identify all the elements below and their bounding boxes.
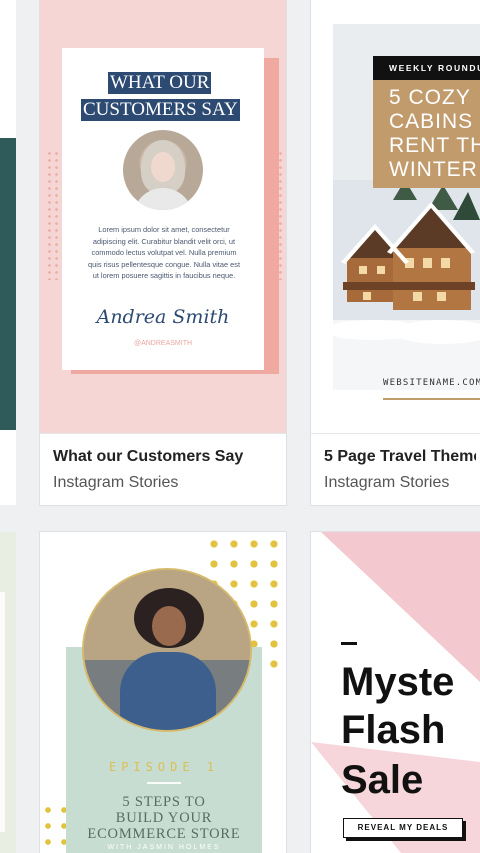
dash-mark [341,642,357,645]
partial-card-left-bottom[interactable] [0,532,16,853]
episode-title: 5 STEPS TO BUILD YOUR ECOMMERCE STORE [66,794,262,842]
reveal-deals-button: REVEAL MY DEALS [343,818,463,838]
partial-card-preview [0,592,5,832]
host-credit: WITH JASMIN HOLMES [107,844,221,851]
headline-line: 5 COZY [389,86,471,109]
social-handle: @ANDREASMITH [133,340,193,347]
card-subtitle: Instagram Stories [53,474,179,491]
template-card-ecommerce[interactable]: EPISODE 1 5 STEPS TO BUILD YOUR ECOMMERC… [40,532,286,853]
divider [147,782,181,784]
testimonial-text: Lorem ipsum dolor sit amet, consectetur … [87,225,240,280]
sale-headline-line: Sale [341,758,424,802]
card-title: 5 Page Travel Theme [324,448,476,465]
episode-title-line: ECOMMERCE STORE [87,826,241,842]
template-thumbnail[interactable]: WEEKLY ROUNDUP 5 COZY CABINS RENT THIS W… [311,0,480,433]
card-subtitle: Instagram Stories [324,474,450,491]
divider [383,398,480,400]
template-thumbnail[interactable]: Myste Flash Sale REVEAL MY DEALS [311,532,480,853]
template-card-travel[interactable]: WEEKLY ROUNDUP 5 COZY CABINS RENT THIS W… [311,0,480,505]
template-card-customers[interactable]: WHAT OUR CUSTOMERS SAY Lorem ipsum dolor… [40,0,286,505]
cabin-photo [333,180,480,390]
card-title: What our Customers Say [53,448,244,465]
sale-headline-line: Flash [341,708,446,752]
episode-title-line: 5 STEPS TO [122,794,206,810]
card-meta[interactable]: What our Customers Say Instagram Stories [40,433,286,505]
quote-panel: WHAT OUR CUSTOMERS SAY Lorem ipsum dolor… [62,48,264,370]
card-meta[interactable]: 5 Page Travel Theme Instagram Stories [311,433,480,505]
episode-title-line: BUILD YOUR [115,810,213,826]
partial-card-preview [0,138,16,430]
episode-label: EPISODE 1 [108,760,220,774]
website-label: WEBSITENAME.COM [383,378,480,388]
partial-card-left-top[interactable] [0,0,16,505]
headline-line: CABINS [389,110,474,133]
template-card-flash-sale[interactable]: Myste Flash Sale REVEAL MY DEALS [311,532,480,853]
template-thumbnail[interactable]: WHAT OUR CUSTOMERS SAY Lorem ipsum dolor… [40,0,286,433]
heading-line-1: WHAT OUR [108,72,212,94]
weekly-banner: WEEKLY ROUNDUP [373,56,480,80]
sale-headline-line: Myste [341,660,455,704]
headline-box: 5 COZY CABINS RENT THIS WINTER [373,80,480,188]
signature: Andrea Smith [96,306,230,328]
template-thumbnail[interactable]: EPISODE 1 5 STEPS TO BUILD YOUR ECOMMERC… [40,532,286,853]
customer-photo [123,130,203,210]
heading-line-2: CUSTOMERS SAY [81,99,240,121]
headline-line: RENT THIS [389,134,480,157]
headline-line: WINTER [389,158,478,181]
host-photo [82,568,252,732]
